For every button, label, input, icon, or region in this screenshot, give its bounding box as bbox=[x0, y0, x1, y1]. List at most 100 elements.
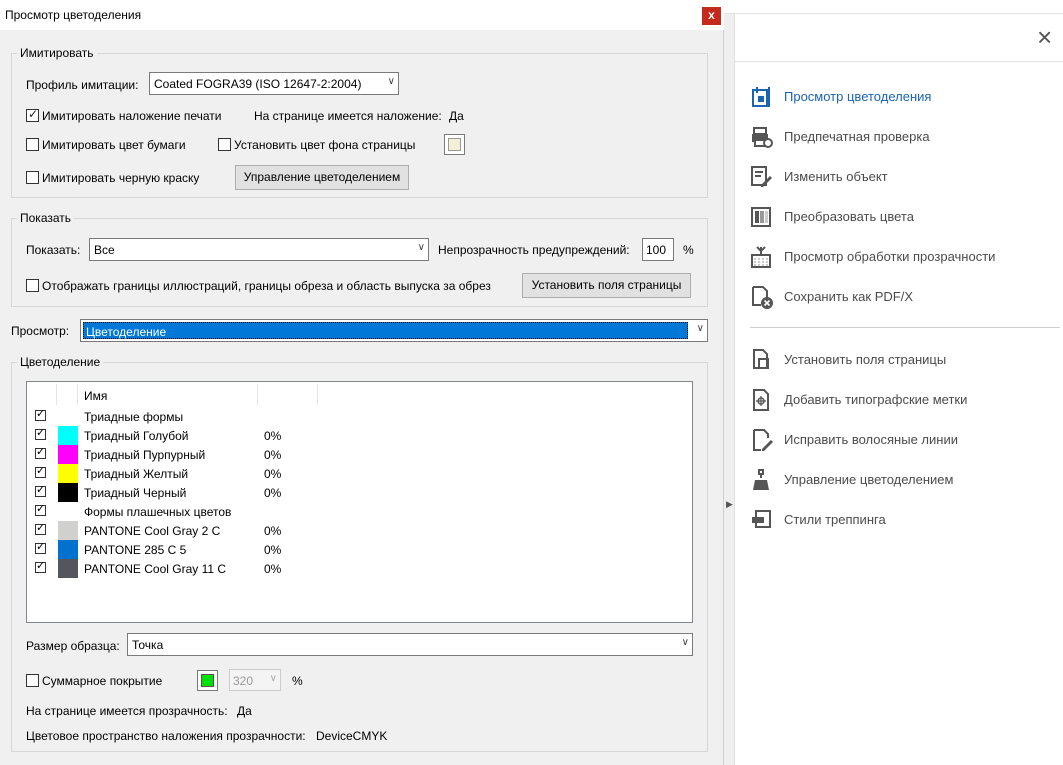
ink-swatch bbox=[58, 540, 78, 559]
simulate-black-ink-checkbox[interactable] bbox=[26, 171, 39, 184]
header-divider bbox=[317, 384, 318, 405]
separation-checkbox[interactable] bbox=[35, 426, 46, 440]
tool-save-as-pdfx[interactable]: Сохранить как PDF/X bbox=[750, 285, 1050, 309]
tool-convert-colors[interactable]: Преобразовать цвета bbox=[750, 205, 1050, 229]
simulate-overprint-label: Имитировать наложение печати bbox=[42, 109, 222, 123]
separation-row[interactable]: PANTONE 285 C 5 0% bbox=[27, 540, 692, 559]
expand-arrow-icon[interactable]: ▶ bbox=[726, 499, 733, 510]
separation-percent: 0% bbox=[264, 429, 282, 443]
chevron-down-icon: ∨ bbox=[696, 323, 704, 334]
separation-percent: 0% bbox=[264, 562, 282, 576]
tool-add-printer-marks[interactable]: Добавить типографские метки bbox=[750, 388, 1050, 412]
tool-fix-hairlines-label: Исправить волосяные линии bbox=[784, 432, 958, 447]
preflight-icon bbox=[750, 125, 774, 149]
blending-space-value: DeviceCMYK bbox=[316, 729, 388, 743]
simulate-legend: Имитировать bbox=[17, 46, 97, 60]
ink-manager-icon bbox=[750, 468, 774, 492]
separation-name: PANTONE 285 C 5 bbox=[84, 543, 187, 557]
show-select[interactable]: Все ∨ bbox=[89, 238, 429, 261]
separation-checkbox[interactable] bbox=[35, 464, 46, 478]
total-coverage-combo[interactable]: 320 ∨ bbox=[229, 669, 281, 691]
header-divider bbox=[56, 384, 57, 405]
sample-size-select[interactable]: Точка ∨ bbox=[127, 633, 693, 656]
panel-close-icon[interactable]: × bbox=[1037, 24, 1052, 50]
tool-save-as-pdfx-label: Сохранить как PDF/X bbox=[784, 289, 913, 304]
page-background-color-button[interactable] bbox=[444, 134, 465, 155]
separation-row[interactable]: PANTONE Cool Gray 2 C 0% bbox=[27, 521, 692, 540]
show-label: Показать: bbox=[26, 243, 81, 257]
separation-percent: 0% bbox=[264, 524, 282, 538]
separation-percent: 0% bbox=[264, 467, 282, 481]
separation-checkbox[interactable] bbox=[35, 407, 46, 421]
tool-edit-object-label: Изменить объект bbox=[784, 169, 888, 184]
separation-row[interactable]: PANTONE Cool Gray 11 C 0% bbox=[27, 559, 692, 578]
simulation-profile-label: Профиль имитации: bbox=[26, 78, 139, 92]
separation-name: PANTONE Cool Gray 2 C bbox=[84, 524, 221, 538]
show-art-trim-bleed-checkbox[interactable] bbox=[26, 279, 39, 292]
dialog-title: Просмотр цветоделения bbox=[5, 8, 142, 22]
tool-flattener-preview[interactable]: Просмотр обработки прозрачности bbox=[750, 245, 1050, 269]
show-art-trim-bleed-label: Отображать границы иллюстраций, границы … bbox=[42, 279, 491, 293]
ink-swatch bbox=[58, 559, 78, 578]
separation-checkbox[interactable] bbox=[35, 559, 46, 573]
edit-object-icon bbox=[750, 165, 774, 189]
total-coverage-checkbox[interactable] bbox=[26, 674, 39, 687]
header-divider bbox=[77, 384, 78, 405]
separation-percent: 0% bbox=[264, 448, 282, 462]
separation-row[interactable]: Триадный Пурпурный 0% bbox=[27, 445, 692, 464]
ink-manager-button[interactable]: Управление цветоделением bbox=[235, 165, 409, 190]
page-background-checkbox[interactable] bbox=[218, 138, 231, 151]
separation-name: Триадный Желтый bbox=[84, 467, 189, 481]
separation-row[interactable]: Триадные формы bbox=[27, 407, 692, 426]
tool-trap-presets-label: Стили треппинга bbox=[784, 512, 886, 527]
page-has-overprint-value: Да bbox=[449, 109, 464, 123]
tool-set-page-boxes-label: Установить поля страницы bbox=[784, 352, 947, 367]
separation-checkbox[interactable] bbox=[35, 540, 46, 554]
warning-opacity-input[interactable]: 100 bbox=[642, 238, 674, 261]
ink-swatch bbox=[58, 521, 78, 540]
separation-checkbox[interactable] bbox=[35, 483, 46, 497]
ink-swatch bbox=[58, 445, 78, 464]
page-has-overprint-label: На странице имеется наложение: bbox=[254, 109, 442, 123]
tool-edit-object[interactable]: Изменить объект bbox=[750, 165, 1050, 189]
panel-collapse-strip[interactable]: ▶ bbox=[724, 14, 735, 765]
warning-opacity-percent: % bbox=[683, 243, 694, 257]
separation-checkbox[interactable] bbox=[35, 521, 46, 535]
tool-output-preview[interactable]: Просмотр цветоделения bbox=[750, 85, 1050, 109]
separation-row[interactable]: Формы плашечных цветов bbox=[27, 502, 692, 521]
separation-name: Триадный Черный bbox=[84, 486, 187, 500]
panel-header-divider bbox=[724, 61, 1063, 62]
preview-select[interactable]: Цветоделение ∨ bbox=[80, 319, 708, 342]
separation-row[interactable]: Триадный Голубой 0% bbox=[27, 426, 692, 445]
printer-marks-icon bbox=[750, 388, 774, 412]
set-page-boxes-button[interactable]: Установить поля страницы bbox=[522, 273, 691, 298]
name-column-header[interactable]: Имя bbox=[84, 389, 107, 403]
separation-checkbox[interactable] bbox=[35, 445, 46, 459]
panel-top-strip bbox=[724, 0, 1063, 14]
separation-percent: 0% bbox=[264, 543, 282, 557]
total-coverage-color-button[interactable] bbox=[197, 670, 218, 691]
page-has-transparency-value: Да bbox=[237, 704, 252, 718]
tool-ink-manager[interactable]: Управление цветоделением bbox=[750, 468, 1050, 492]
simulate-paper-color-checkbox[interactable] bbox=[26, 138, 39, 151]
separations-list[interactable]: Имя Триадные формыТриадный Голубой0%Триа… bbox=[26, 381, 693, 623]
warning-opacity-label: Непрозрачность предупреждений: bbox=[438, 243, 630, 257]
separation-checkbox[interactable] bbox=[35, 502, 46, 516]
dialog-close-button[interactable]: x bbox=[702, 7, 721, 25]
chevron-down-icon: ∨ bbox=[269, 673, 277, 684]
sample-size-label: Размер образца: bbox=[26, 639, 120, 653]
tool-fix-hairlines[interactable]: Исправить волосяные линии bbox=[750, 428, 1050, 452]
show-legend: Показать bbox=[17, 211, 75, 225]
separation-row[interactable]: Триадный Желтый 0% bbox=[27, 464, 692, 483]
total-coverage-percent: % bbox=[292, 674, 303, 688]
separation-percent: 0% bbox=[264, 486, 282, 500]
separation-name: Триадный Пурпурный bbox=[84, 448, 206, 462]
simulate-overprint-checkbox[interactable] bbox=[26, 107, 39, 122]
tool-preflight[interactable]: Предпечатная проверка bbox=[750, 125, 1050, 149]
separations-list-header: Имя bbox=[27, 382, 692, 407]
separation-row[interactable]: Триадный Черный 0% bbox=[27, 483, 692, 502]
tool-trap-presets[interactable]: Стили треппинга bbox=[750, 508, 1050, 532]
simulation-profile-select[interactable]: Coated FOGRA39 (ISO 12647-2:2004) ∨ bbox=[149, 72, 399, 95]
show-value: Все bbox=[94, 243, 115, 257]
tool-set-page-boxes[interactable]: Установить поля страницы bbox=[750, 348, 1050, 372]
